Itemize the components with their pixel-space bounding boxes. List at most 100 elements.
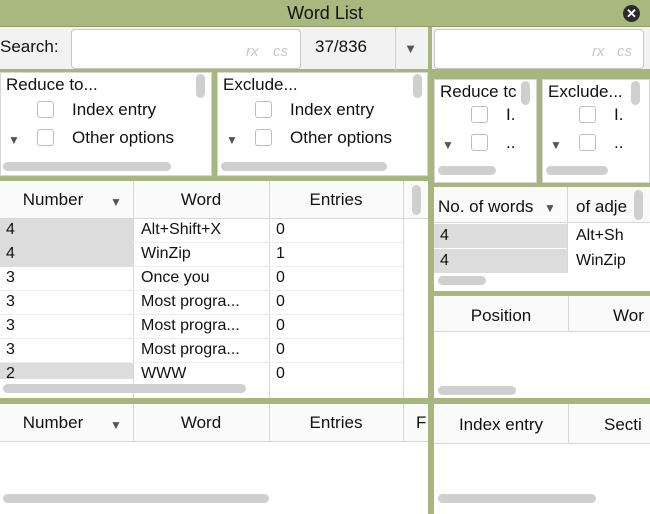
exclude-other-options-checkbox[interactable] — [255, 129, 272, 146]
adjacency-cell: WinZip — [576, 252, 626, 269]
row-highlight — [0, 219, 133, 243]
column-position-header[interactable]: Position — [434, 306, 568, 326]
cell-word: Alt+Shift+X — [141, 221, 222, 238]
bottom-column-word-header[interactable]: Word — [133, 413, 269, 433]
word-table-vscroll[interactable] — [412, 185, 421, 215]
adjacency-vscroll[interactable] — [634, 190, 643, 220]
index-entry-checkbox[interactable] — [37, 101, 54, 118]
reduce-title-right: Reduce tc — [440, 82, 517, 101]
exclude-expand-triangle-icon[interactable]: ▼ — [226, 133, 238, 147]
exclude-right-checkbox-2[interactable] — [579, 134, 596, 151]
column-word-header[interactable]: Word — [133, 190, 269, 210]
bottom-column-entries-header[interactable]: Entries — [269, 413, 403, 433]
column-section-header[interactable]: Secti — [604, 415, 642, 435]
column-entries-header[interactable]: Entries — [269, 190, 403, 210]
bottom-sort-descending-icon[interactable]: ▼ — [110, 418, 122, 432]
search-input[interactable] — [71, 29, 301, 69]
column-index-entry-header[interactable]: Index entry — [434, 415, 568, 435]
cell-entries: 1 — [276, 245, 285, 262]
exclude-index-entry-label: Index entry — [290, 100, 375, 119]
search-input-right[interactable] — [434, 29, 644, 69]
exclude-right-triangle-icon[interactable]: ▼ — [550, 138, 562, 152]
reduce-title: Reduce to... — [6, 75, 98, 94]
index-entry-label: Index entry — [72, 100, 157, 119]
cell-number: 3 — [6, 269, 15, 286]
regex-toggle-right[interactable]: rx — [592, 43, 605, 60]
case-sensitive-toggle-right[interactable]: cs — [617, 43, 632, 60]
cell-number: 2 — [6, 365, 15, 379]
exclude-right-label-2: .. — [614, 133, 624, 152]
column-number-header[interactable]: Number — [0, 190, 106, 210]
table-row[interactable]: 3 Most progra... 0 — [0, 315, 404, 339]
other-options-checkbox[interactable] — [37, 129, 54, 146]
cell-entries: 0 — [276, 293, 285, 310]
cell-word: WWW — [141, 365, 187, 379]
cell-word: Most progra... — [141, 317, 240, 334]
cell-number: 3 — [6, 293, 15, 310]
cell-word: Most progra... — [141, 341, 240, 358]
adjacency-cell: 4 — [440, 252, 449, 269]
table-row[interactable]: 4 WinZip 1 — [0, 243, 404, 267]
sort-descending-icon-right[interactable]: ▼ — [544, 201, 556, 215]
adjacency-cell: Alt+Sh — [576, 227, 624, 244]
expand-triangle-icon[interactable]: ▼ — [8, 133, 20, 147]
table-row[interactable]: 3 Most progra... 0 — [0, 339, 404, 363]
exclude-vscroll[interactable] — [413, 74, 422, 98]
column-divider — [403, 404, 404, 442]
case-sensitive-toggle[interactable]: cs — [273, 43, 288, 60]
regex-toggle[interactable]: rx — [246, 43, 259, 60]
exclude-right-label-1: I. — [614, 105, 624, 124]
column-divider — [568, 404, 569, 444]
close-icon[interactable]: ✕ — [623, 5, 640, 22]
window-title: Word List — [287, 3, 363, 23]
reduce-right-triangle-icon[interactable]: ▼ — [442, 138, 454, 152]
row-highlight — [0, 363, 133, 379]
row-highlight — [0, 243, 133, 267]
word-table-hscroll[interactable] — [3, 384, 246, 393]
exclude-title-right: Exclude... — [548, 82, 623, 101]
reduce-right-checkbox-2[interactable] — [471, 134, 488, 151]
reduce-right-hscroll[interactable] — [438, 166, 496, 175]
table-row[interactable]: 3 Most progra... 0 — [0, 291, 404, 315]
cell-word: WinZip — [141, 245, 191, 262]
match-count: 37/836 — [315, 37, 367, 56]
column-no-of-words-header[interactable]: No. of words — [438, 197, 534, 217]
search-dropdown-icon[interactable]: ▼ — [395, 27, 425, 71]
row-highlight — [434, 224, 567, 248]
other-options-label: Other options — [72, 128, 175, 147]
position-hscroll[interactable] — [438, 386, 516, 395]
table-row[interactable]: 4 Alt+Shift+X 0 — [0, 219, 404, 243]
column-divider — [567, 187, 568, 273]
index-table-hscroll[interactable] — [438, 494, 596, 503]
reduce-vscroll[interactable] — [196, 74, 205, 98]
exclude-right-vscroll[interactable] — [631, 81, 640, 105]
cell-entries: 0 — [276, 365, 285, 379]
cell-word: Once you — [141, 269, 210, 286]
column-word-header-right[interactable]: Wor — [613, 306, 644, 326]
cell-number: 3 — [6, 341, 15, 358]
bottom-column-f-header[interactable]: F — [416, 413, 428, 433]
reduce-right-vscroll[interactable] — [521, 81, 530, 105]
adjacency-cell: 4 — [440, 227, 449, 244]
bottom-table-hscroll[interactable] — [3, 494, 269, 503]
cell-entries: 0 — [276, 269, 285, 286]
search-label: Search: — [0, 37, 59, 56]
exclude-right-hscroll[interactable] — [546, 166, 608, 175]
adjacency-hscroll[interactable] — [438, 276, 486, 285]
exclude-hscroll[interactable] — [221, 162, 387, 171]
bottom-column-number-header[interactable]: Number — [0, 413, 106, 433]
cell-number: 4 — [6, 221, 15, 238]
reduce-hscroll[interactable] — [3, 162, 171, 171]
cell-entries: 0 — [276, 317, 285, 334]
exclude-right-checkbox-1[interactable] — [579, 106, 596, 123]
cell-number: 3 — [6, 317, 15, 334]
table-row[interactable]: 3 Once you 0 — [0, 267, 404, 291]
exclude-other-options-label: Other options — [290, 128, 393, 147]
exclude-index-entry-checkbox[interactable] — [255, 101, 272, 118]
cell-entries: 0 — [276, 341, 285, 358]
exclude-title: Exclude... — [223, 75, 298, 94]
reduce-right-checkbox-1[interactable] — [471, 106, 488, 123]
sort-descending-icon[interactable]: ▼ — [110, 195, 122, 209]
column-of-adjacent-header[interactable]: of adje — [576, 197, 627, 217]
table-row[interactable]: 2 WWW 0 — [0, 363, 404, 379]
